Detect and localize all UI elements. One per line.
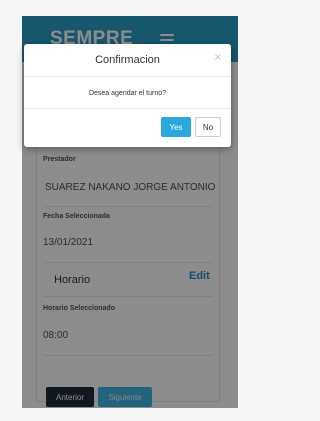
yes-button[interactable]: Yes	[161, 117, 191, 137]
close-icon[interactable]: ×	[214, 52, 222, 63]
modal-message: Desea agendar el turno?	[88, 90, 167, 97]
modal-title: Confirmacion	[95, 54, 160, 66]
modal-footer-divider	[24, 108, 231, 109]
confirmation-modal: Confirmacion × Desea agendar el turno? Y…	[24, 44, 231, 147]
modal-header-divider	[24, 76, 231, 77]
no-button[interactable]: No	[195, 117, 221, 137]
